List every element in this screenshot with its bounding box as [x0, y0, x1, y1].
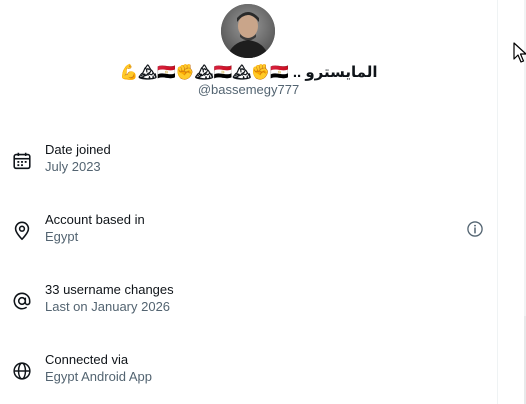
avatar[interactable] — [221, 4, 275, 58]
globe-icon — [13, 362, 31, 380]
row-title: Connected via — [45, 352, 129, 367]
row-account-based-in: Account based in Egypt — [0, 211, 497, 271]
row-title: Date joined — [45, 142, 111, 157]
info-icon[interactable] — [465, 219, 485, 239]
display-name: 💪🏔🇪🇬✊🏔🇪🇬🏔✊🇪🇬 .. المايسترو — [119, 64, 378, 81]
username-handle: @bassemegy777 — [197, 82, 300, 97]
about-account-panel: 💪🏔🇪🇬✊🏔🇪🇬🏔✊🇪🇬 .. المايسترو @bassemegy777 … — [0, 0, 497, 404]
calendar-icon — [13, 152, 31, 170]
row-title: Account based in — [45, 212, 145, 227]
about-account-page: 💪🏔🇪🇬✊🏔🇪🇬🏔✊🇪🇬 .. المايسترو @bassemegy777 … — [0, 0, 526, 404]
mouse-cursor-icon — [513, 42, 526, 63]
row-connected-via: Connected via Egypt Android App — [0, 351, 497, 404]
row-date-joined: Date joined July 2023 — [0, 141, 497, 201]
row-subtitle: Egypt Android App — [45, 369, 152, 384]
row-username-changes: 33 username changes Last on January 2026 — [0, 281, 497, 341]
row-subtitle: Last on January 2026 — [45, 299, 171, 314]
at-sign-icon — [13, 292, 31, 310]
row-subtitle: Egypt — [45, 229, 79, 244]
row-subtitle: July 2023 — [45, 159, 101, 174]
location-pin-icon — [14, 221, 30, 241]
row-title: 33 username changes — [45, 282, 174, 297]
avatar-image — [221, 4, 275, 58]
